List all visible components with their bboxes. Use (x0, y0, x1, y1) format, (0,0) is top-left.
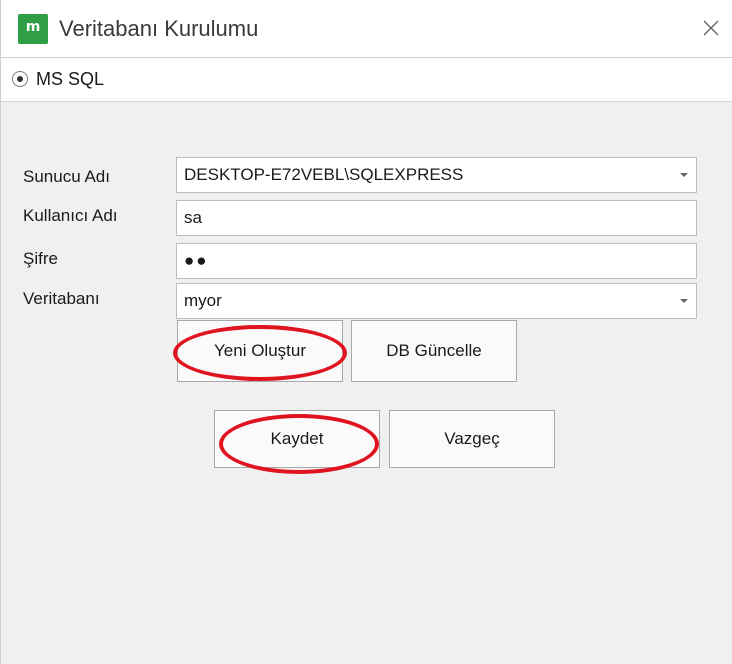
database-dropdown[interactable]: myor (176, 283, 697, 319)
ms-sql-radio[interactable] (12, 71, 28, 87)
db-update-button[interactable]: DB Güncelle (351, 320, 517, 382)
provider-row: MS SQL (1, 58, 732, 102)
window-title: Veritabanı Kurulumu (59, 16, 259, 41)
password-field[interactable]: ●● (176, 243, 697, 279)
chevron-down-icon[interactable] (680, 173, 688, 177)
ms-sql-label[interactable]: MS SQL (36, 68, 104, 90)
database-label: Veritabanı (23, 289, 100, 308)
password-label: Şifre (23, 249, 58, 268)
close-icon (703, 20, 719, 36)
username-label: Kullanıcı Adı (23, 206, 118, 225)
database-value: myor (184, 291, 222, 310)
server-name-value: DESKTOP-E72VEBL\SQLEXPRESS (184, 165, 464, 184)
database-setup-dialog: m Veritabanı Kurulumu MS SQL Sunucu Adı … (0, 0, 732, 664)
save-button[interactable]: Kaydet (214, 410, 380, 468)
title-bar: m Veritabanı Kurulumu (1, 0, 732, 58)
server-name-label: Sunucu Adı (23, 167, 110, 186)
close-button[interactable] (695, 12, 727, 44)
password-value: ●● (184, 251, 209, 270)
chevron-down-icon[interactable] (680, 299, 688, 303)
server-name-dropdown[interactable]: DESKTOP-E72VEBL\SQLEXPRESS (176, 157, 697, 193)
app-logo-icon: m (18, 14, 48, 44)
create-new-button[interactable]: Yeni Oluştur (177, 320, 343, 382)
cancel-button[interactable]: Vazgeç (389, 410, 555, 468)
username-field[interactable]: sa (176, 200, 697, 236)
username-value: sa (184, 208, 202, 227)
